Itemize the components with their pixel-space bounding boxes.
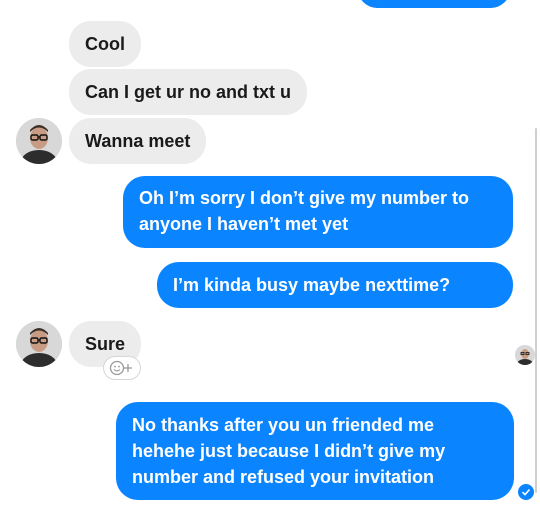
- message-text: No thanks after you un friended me heheh…: [132, 415, 446, 487]
- scrollbar[interactable]: [535, 128, 537, 493]
- check-icon: [521, 488, 531, 496]
- contact-avatar-icon[interactable]: [16, 118, 62, 164]
- message-text: Cool: [85, 34, 125, 54]
- message-bubble-outgoing-partial[interactable]: [358, 0, 510, 8]
- message-bubble-incoming[interactable]: Cool: [69, 21, 141, 67]
- person-icon: [16, 321, 62, 367]
- message-text: I’m kinda busy maybe nexttime?: [173, 275, 451, 295]
- message-bubble-outgoing[interactable]: Oh I’m sorry I don’t give my number to a…: [123, 176, 513, 248]
- message-bubble-outgoing[interactable]: No thanks after you un friended me heheh…: [116, 402, 514, 500]
- person-icon: [515, 345, 535, 365]
- contact-avatar-icon[interactable]: [16, 321, 62, 367]
- message-text: Wanna meet: [85, 131, 191, 151]
- person-icon: [16, 118, 62, 164]
- seen-avatar-icon: [515, 345, 535, 365]
- message-text: Can I get ur no and txt u: [85, 82, 291, 102]
- message-bubble-outgoing[interactable]: I’m kinda busy maybe nexttime?: [157, 262, 513, 308]
- message-bubble-incoming[interactable]: Wanna meet: [69, 118, 207, 164]
- add-reaction-button[interactable]: [104, 357, 140, 379]
- message-bubble-incoming[interactable]: Can I get ur no and txt u: [69, 69, 307, 115]
- message-text: Sure: [85, 334, 126, 354]
- message-text: Oh I’m sorry I don’t give my number to a…: [139, 188, 470, 234]
- add-reaction-icon: [109, 360, 132, 376]
- read-receipt-icon: [518, 484, 534, 500]
